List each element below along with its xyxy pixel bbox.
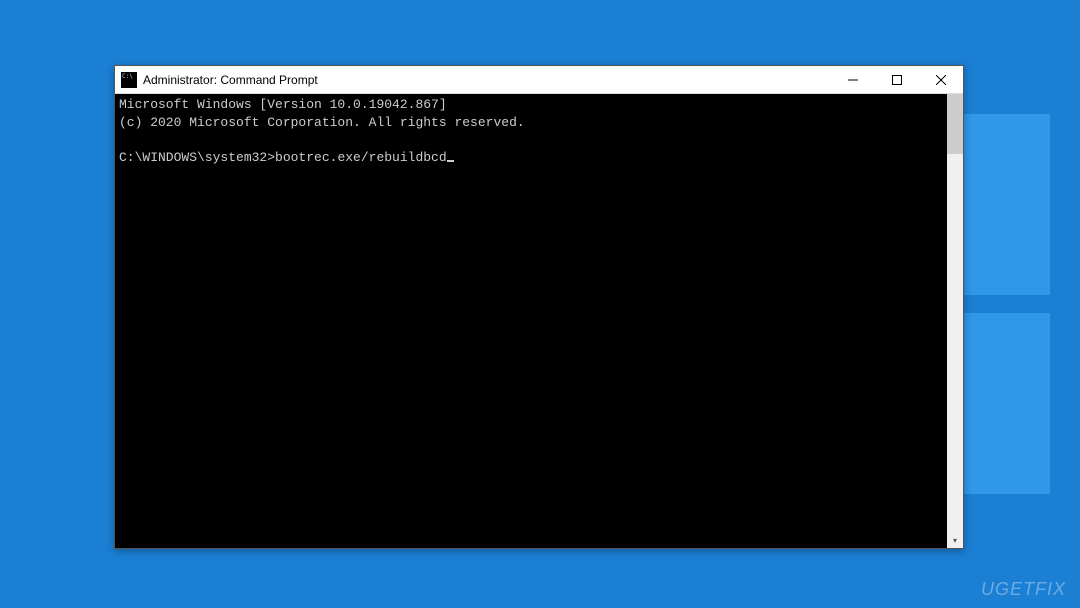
cmd-icon	[121, 72, 137, 88]
window-title: Administrator: Command Prompt	[143, 73, 831, 87]
terminal-line: (c) 2020 Microsoft Corporation. All righ…	[119, 115, 525, 130]
maximize-button[interactable]	[875, 66, 919, 93]
close-button[interactable]	[919, 66, 963, 93]
scrollbar-down-arrow-icon[interactable]: ▾	[947, 532, 963, 548]
terminal-line: Microsoft Windows [Version 10.0.19042.86…	[119, 97, 447, 112]
command-prompt-window: Administrator: Command Prompt Microsoft …	[114, 65, 964, 549]
terminal-prompt: C:\WINDOWS\system32>	[119, 150, 275, 165]
terminal-area: Microsoft Windows [Version 10.0.19042.86…	[115, 94, 963, 548]
terminal-command: bootrec.exe/rebuildbcd	[275, 150, 447, 165]
window-controls	[831, 66, 963, 93]
vertical-scrollbar[interactable]: ▾	[947, 94, 963, 548]
minimize-icon	[848, 75, 858, 85]
terminal-output[interactable]: Microsoft Windows [Version 10.0.19042.86…	[115, 94, 947, 548]
maximize-icon	[892, 75, 902, 85]
minimize-button[interactable]	[831, 66, 875, 93]
scrollbar-thumb[interactable]	[947, 94, 963, 154]
cursor-icon	[447, 160, 454, 162]
watermark-text: UGETFIX	[981, 579, 1066, 600]
titlebar[interactable]: Administrator: Command Prompt	[115, 66, 963, 94]
close-icon	[936, 75, 946, 85]
